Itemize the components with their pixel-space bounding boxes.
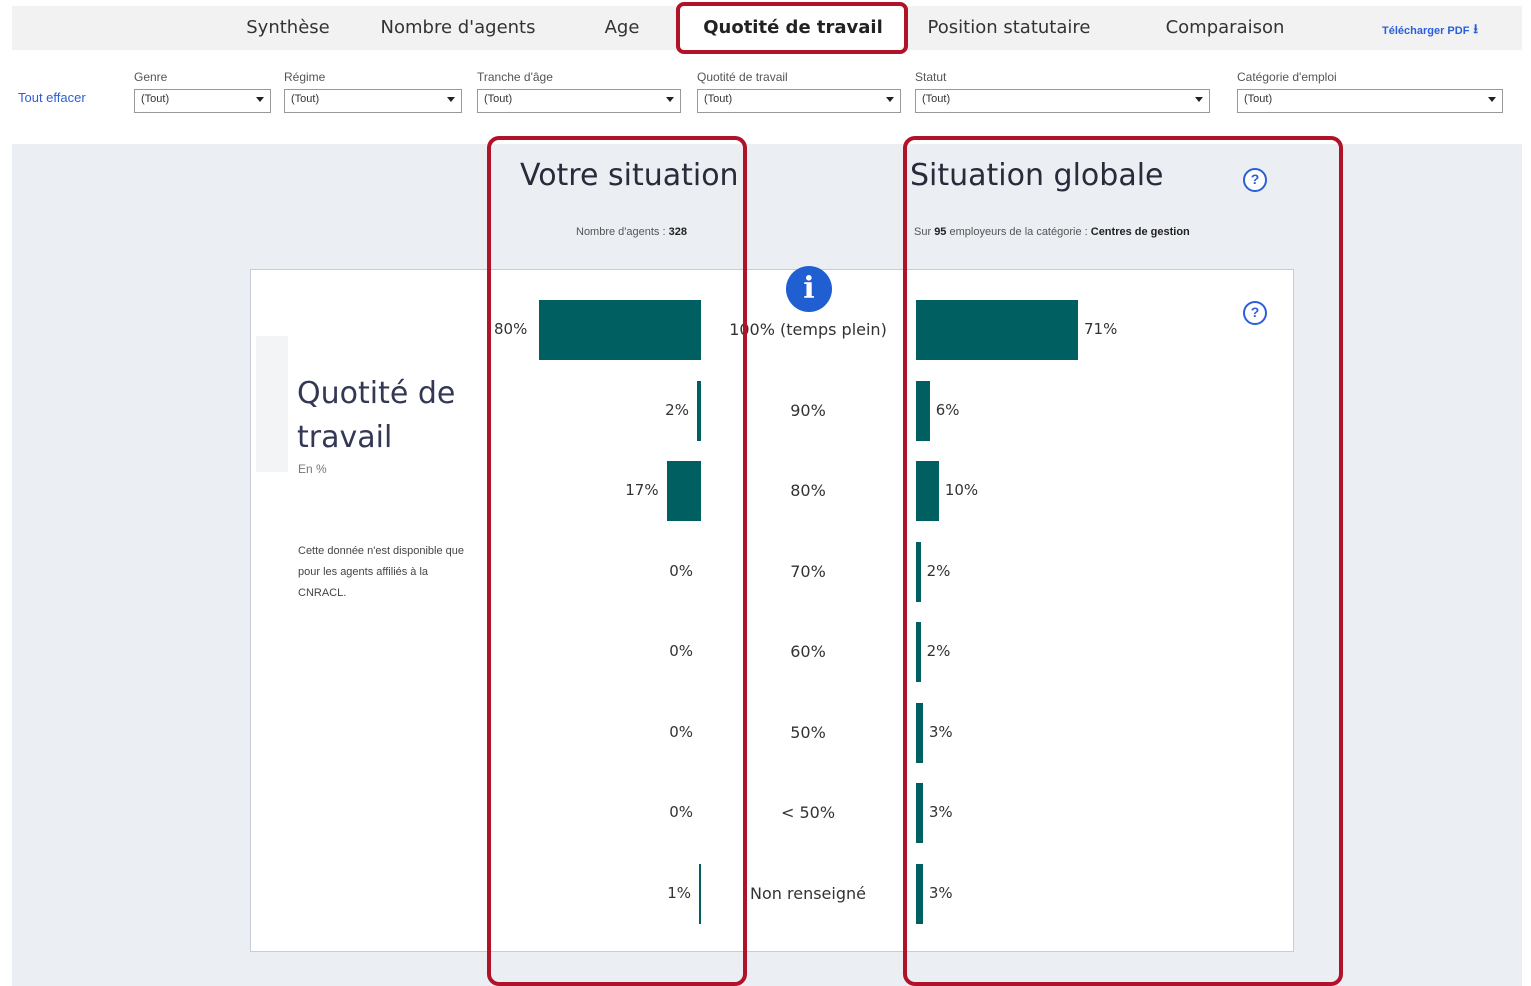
left-bar-label: 0% (669, 561, 693, 580)
right-bar-label: 71% (1084, 320, 1118, 338)
right-bar (916, 783, 923, 843)
right-bar (916, 863, 923, 924)
right-bar-label: 3% (928, 883, 953, 902)
left-bar (698, 863, 701, 924)
category-label: 80% (790, 481, 826, 500)
category-label: 70% (790, 561, 826, 581)
left-column-title: Votre situation (520, 158, 739, 193)
tab-position-statutaire[interactable]: Position statutaire (906, 6, 1112, 50)
employers-count: 95 (934, 226, 947, 238)
left-bar-label: 0% (669, 722, 693, 741)
right-bar (916, 380, 930, 441)
panel-side-strip (256, 336, 288, 472)
employers-category: Centres de gestion (1090, 226, 1190, 238)
filter-value: (Tout) (1244, 93, 1273, 105)
filter-label: Genre (134, 70, 168, 84)
filter-regime: Régime (Tout) (284, 70, 462, 113)
right-bar (916, 702, 923, 763)
right-bar-label: 2% (926, 642, 951, 660)
right-column-title: Situation globale (910, 158, 1164, 193)
left-bar-label: 17% (625, 481, 659, 499)
right-bar-label: 10% (944, 481, 979, 499)
clear-all-filters-link[interactable]: Tout effacer (18, 90, 86, 105)
chevron-down-icon (1488, 97, 1496, 102)
filter-value: (Tout) (141, 93, 170, 105)
left-bar (696, 380, 701, 441)
help-icon[interactable]: ? (1243, 168, 1267, 192)
tab-synthese[interactable]: Synthèse (226, 6, 350, 50)
tab-age[interactable]: Age (564, 6, 680, 50)
filter-label: Tranche d'âge (477, 70, 553, 84)
panel-note: Cette donnée n'est disponible que pour l… (298, 545, 465, 599)
employers-mid: employeurs de la catégorie : (946, 226, 1091, 238)
filter-label: Régime (284, 70, 326, 84)
right-column-subtitle: Sur 95 employeurs de la catégorie : Cent… (914, 226, 1190, 238)
tab-quotite-travail[interactable]: Quotité de travail (680, 6, 906, 50)
agents-count-prefix: Nombre d'agents : (576, 226, 669, 238)
right-bar-label: 2% (926, 561, 951, 580)
tab-comparaison[interactable]: Comparaison (1122, 6, 1328, 50)
download-pdf-label: Télécharger PDF (1382, 25, 1470, 37)
chevron-down-icon (256, 97, 264, 102)
chevron-down-icon (666, 97, 674, 102)
chevron-down-icon (1195, 97, 1203, 102)
chart-help-icon[interactable]: ? (1243, 301, 1267, 325)
filter-value: (Tout) (704, 93, 733, 105)
category-label: 100% (temps plein) (729, 320, 887, 339)
left-bar-label: 0% (669, 803, 693, 821)
filter-label: Catégorie d'emploi (1237, 70, 1337, 84)
filter-quotite: Quotité de travail (Tout) (697, 70, 901, 113)
category-label: 50% (790, 722, 826, 742)
left-bar (539, 300, 701, 360)
right-bar-label: 6% (935, 400, 960, 419)
filter-label: Statut (915, 70, 947, 84)
right-bar (916, 622, 921, 682)
category-label: 90% (790, 400, 826, 420)
filter-regime-select[interactable]: (Tout) (284, 89, 462, 113)
filter-categorie-emploi-select[interactable]: (Tout) (1237, 89, 1503, 113)
filter-genre: Genre (Tout) (134, 70, 271, 113)
right-bar-label: 3% (928, 803, 953, 821)
panel-title: Quotité de travail (297, 376, 456, 455)
left-bar-label: 2% (665, 400, 689, 419)
category-label: < 50% (780, 803, 836, 822)
left-bar-label: 80% (494, 320, 528, 338)
chevron-down-icon (447, 97, 455, 102)
filter-statut: Statut (Tout) (915, 70, 1210, 113)
filter-genre-select[interactable]: (Tout) (134, 89, 271, 113)
employers-prefix: Sur (914, 226, 935, 238)
filter-value: (Tout) (291, 93, 320, 105)
download-pdf-link[interactable]: Télécharger PDF ⭳ (1382, 20, 1478, 42)
dashboard-page: Synthèse Nombre d'agents Age Quotité de … (0, 0, 1531, 986)
filter-tranche-age-select[interactable]: (Tout) (477, 89, 681, 113)
info-icon: i (786, 266, 832, 312)
left-bar-label: 0% (669, 642, 693, 660)
right-bar (916, 461, 939, 521)
category-label: Non renseigné (750, 883, 866, 903)
right-bar (916, 541, 921, 602)
filter-categorie-emploi: Catégorie d'emploi (Tout) (1237, 70, 1503, 113)
filter-value: (Tout) (922, 93, 951, 105)
tab-nombre-agents[interactable]: Nombre d'agents (356, 6, 560, 50)
left-bar-label: 1% (667, 883, 691, 902)
panel-unit: En % (298, 462, 327, 476)
right-bar-label: 3% (928, 722, 953, 741)
left-bar (666, 461, 701, 521)
agents-count-value: 328 (668, 226, 687, 238)
filter-tranche-age: Tranche d'âge (Tout) (477, 70, 681, 113)
category-label: 60% (790, 642, 826, 661)
download-icon: ⭳ (1473, 21, 1478, 36)
left-column-subtitle: Nombre d'agents : 328 (576, 226, 687, 238)
filter-quotite-select[interactable]: (Tout) (697, 89, 901, 113)
right-bar (916, 300, 1078, 360)
filter-label: Quotité de travail (697, 70, 788, 84)
filter-statut-select[interactable]: (Tout) (915, 89, 1210, 113)
filter-value: (Tout) (484, 93, 513, 105)
chevron-down-icon (886, 97, 894, 102)
